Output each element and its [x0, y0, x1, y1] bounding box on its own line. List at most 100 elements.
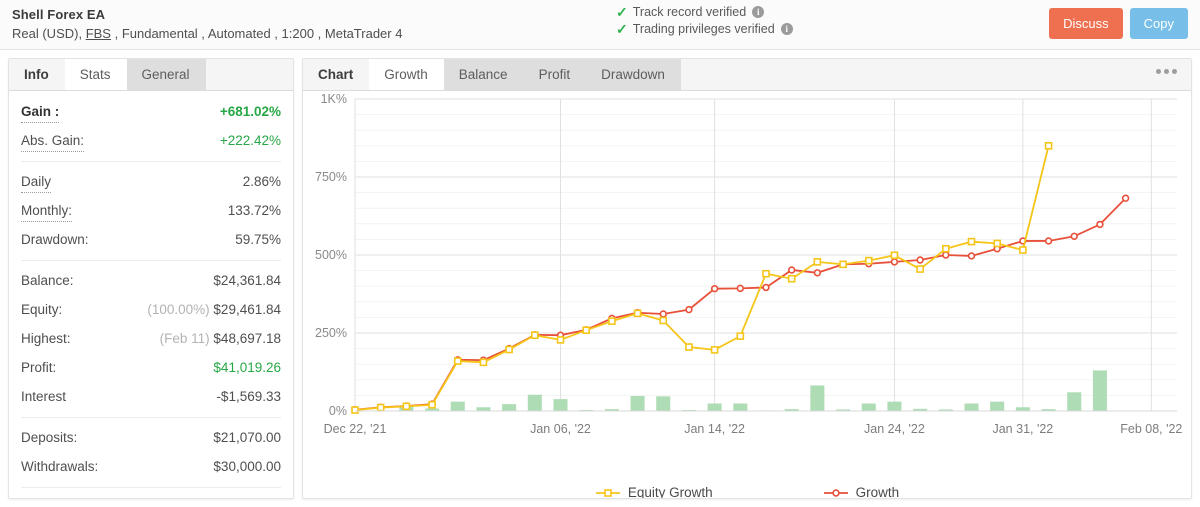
info-icon[interactable]: i	[780, 23, 793, 35]
legend-marker-icon	[595, 488, 620, 497]
chart-point[interactable]	[453, 357, 462, 365]
chart-tab-chart: Chart	[303, 59, 370, 90]
stats-value: $24,361.84	[213, 273, 281, 288]
y-axis-tick-label: 1K%	[321, 92, 347, 106]
chart-tab-bar: Chart Growth Balance Profit Drawdown	[303, 59, 1191, 91]
stats-list: Gain : +681.02% Abs. Gain: +222.42% Daily 2.8…	[9, 91, 293, 498]
chart-point[interactable]	[942, 251, 950, 259]
chart-point[interactable]	[993, 239, 1001, 248]
chart-point[interactable]	[1044, 141, 1053, 150]
chart-bar	[527, 394, 542, 411]
chart-point[interactable]	[1121, 194, 1130, 202]
chart-point[interactable]	[531, 331, 539, 339]
chart-point[interactable]	[942, 244, 950, 253]
chart-point[interactable]	[710, 346, 719, 354]
stats-label[interactable]: Daily	[21, 172, 52, 193]
x-axis-tick-label: Jan 14, '22	[684, 422, 745, 436]
stats-value: (100.00%) $29,461.84	[147, 302, 281, 317]
y-axis-tick-label: 750%	[315, 170, 347, 184]
stats-value: (Feb 11) $48,697.18	[159, 331, 281, 346]
stats-label[interactable]: Monthly:	[21, 201, 73, 222]
chart-point[interactable]	[479, 358, 488, 367]
page-header: Shell Forex EA Real (USD), FBS , Fundame…	[0, 0, 1200, 50]
broker-link[interactable]: FBS	[86, 26, 111, 41]
sidebar-tab-stats[interactable]: Stats	[64, 59, 127, 90]
discuss-button[interactable]: Discuss	[1049, 8, 1123, 39]
chart-point[interactable]	[762, 283, 770, 292]
chart-point[interactable]	[710, 284, 719, 293]
chart-point[interactable]	[839, 260, 847, 269]
stats-label: Deposits:	[21, 430, 78, 445]
chart-point[interactable]	[967, 252, 976, 260]
stats-value: +681.02%	[219, 104, 281, 119]
chart-bar	[1067, 392, 1082, 411]
chart-point[interactable]	[659, 316, 668, 325]
chart-point[interactable]	[916, 256, 924, 264]
stats-divider	[21, 417, 281, 418]
chart-point[interactable]	[787, 266, 796, 274]
chart-point[interactable]	[428, 400, 436, 409]
chart-point[interactable]	[351, 406, 359, 414]
chart-point[interactable]	[762, 269, 770, 278]
stats-value-prefix: (100.00%)	[147, 302, 214, 317]
stats-value-prefix: (Feb 11)	[159, 331, 214, 346]
stats-row: Profit: $41,019.26	[21, 353, 281, 382]
chart-point[interactable]	[685, 343, 693, 351]
legend-item-equity-growth[interactable]: Equity Growth	[595, 485, 713, 498]
verification-row: ✓ Trading privileges verified i	[616, 22, 793, 36]
sidebar-tab-general[interactable]: General	[126, 59, 206, 90]
chart-tab-drawdown[interactable]: Drawdown	[586, 59, 681, 90]
copy-button[interactable]: Copy	[1129, 8, 1188, 39]
chart-point[interactable]	[1044, 237, 1053, 245]
page-body: Info Stats General Gain : +681.02% Abs. Gain…	[0, 50, 1200, 507]
chart-point[interactable]	[582, 326, 590, 334]
chart-bar	[810, 385, 825, 411]
chart-tab-balance[interactable]: Balance	[443, 59, 524, 90]
stats-row: Interest -$1,569.33	[21, 382, 281, 411]
x-axis-tick-label: Jan 24, '22	[864, 422, 925, 436]
stats-label[interactable]: Abs. Gain:	[21, 131, 85, 152]
stats-row: Gain : +681.02%	[21, 97, 281, 126]
growth-chart: 0% 250% 500% 750% 1K% Dec 22, '21 Jan 06, '22 J…	[315, 92, 1182, 436]
chart-point[interactable]	[916, 265, 924, 273]
stats-label[interactable]: Gain :	[21, 102, 60, 123]
chart-point[interactable]	[633, 309, 642, 318]
more-options-icon[interactable]	[1156, 69, 1177, 74]
y-axis-tick-label: 500%	[315, 248, 347, 262]
chart-point[interactable]	[736, 284, 745, 293]
stats-row: Balance: $24,361.84	[21, 266, 281, 295]
stats-label: Profit:	[21, 360, 57, 375]
chart-point[interactable]	[376, 403, 385, 412]
chart-point[interactable]	[864, 256, 873, 265]
chart-point[interactable]	[659, 310, 667, 318]
chart-point[interactable]	[685, 305, 693, 314]
stats-value: 10 hours ago	[202, 493, 281, 498]
sidebar-tab-info: Info	[9, 59, 65, 90]
chart-point[interactable]	[813, 258, 822, 266]
chart-tab-profit[interactable]: Profit	[523, 59, 587, 90]
chart-point[interactable]	[1096, 220, 1104, 229]
chart-bar	[861, 403, 876, 411]
info-icon[interactable]: i	[752, 6, 765, 18]
chart-point[interactable]	[1070, 232, 1078, 240]
chart-point[interactable]	[967, 237, 976, 246]
stats-divider	[21, 161, 281, 162]
chart-point[interactable]	[608, 317, 616, 325]
chart-bar	[630, 396, 645, 411]
chart-tab-growth[interactable]: Growth	[369, 59, 444, 90]
chart-point[interactable]	[787, 274, 796, 283]
chart-point[interactable]	[890, 251, 899, 260]
chart-point[interactable]	[556, 336, 565, 344]
chart-point[interactable]	[813, 269, 822, 277]
stats-value: $30,000.00	[213, 459, 281, 474]
legend-item-growth[interactable]: Growth	[823, 485, 899, 498]
page-title: Shell Forex EA	[12, 7, 106, 22]
chart-point[interactable]	[402, 402, 411, 411]
chart-point[interactable]	[1019, 246, 1027, 254]
stats-value: +222.42%	[219, 133, 281, 148]
stats-value: -$1,569.33	[216, 389, 281, 404]
chart-point[interactable]	[736, 332, 745, 340]
chart-panel: Chart Growth Balance Profit Drawdown 0% 250% 5…	[302, 58, 1192, 499]
chart-point[interactable]	[505, 345, 513, 354]
chart-point[interactable]	[890, 258, 899, 266]
